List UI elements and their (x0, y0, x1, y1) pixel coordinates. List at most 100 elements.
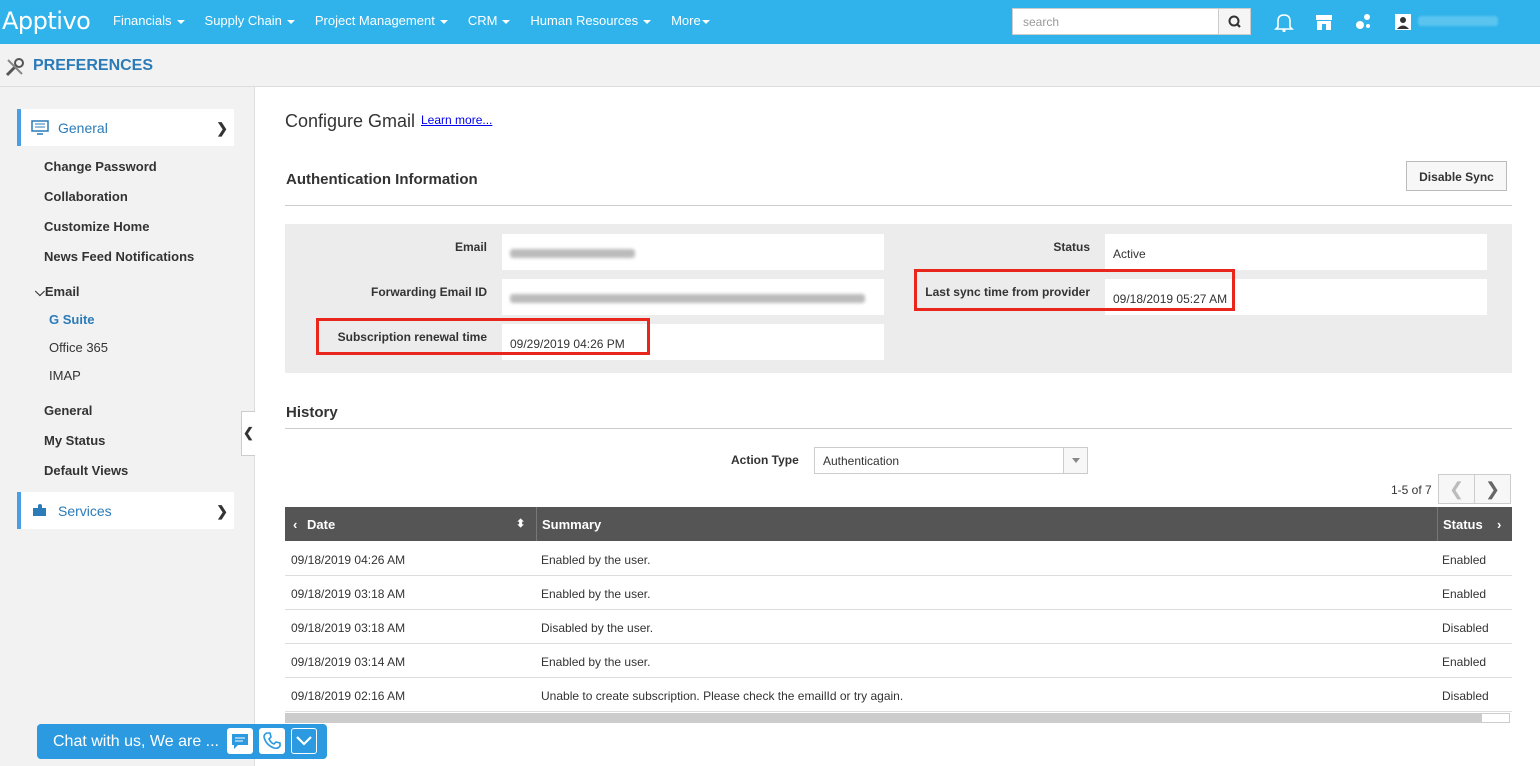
cell-summary: Enabled by the user. (541, 587, 651, 601)
sidebar-item-general[interactable]: General (44, 403, 92, 418)
table-row[interactable]: 09/18/2019 03:14 AM Enabled by the user.… (285, 644, 1512, 678)
table-row[interactable]: 09/18/2019 03:18 AM Disabled by the user… (285, 610, 1512, 644)
cell-status: Enabled (1442, 553, 1487, 567)
column-date[interactable]: Date (307, 517, 335, 532)
column-divider (536, 507, 537, 541)
main-nav: Financials Supply Chain Project Manageme… (113, 13, 730, 28)
chevron-down-icon (296, 736, 312, 746)
cell-status: Enabled (1442, 587, 1487, 601)
table-row[interactable]: 09/18/2019 04:26 AM Enabled by the user.… (285, 542, 1512, 576)
nav-label: Project Management (314, 13, 435, 28)
user-name-redacted[interactable] (1418, 16, 1498, 26)
chat-minimize-button[interactable] (291, 728, 317, 754)
sidebar-item-change-password[interactable]: Change Password (44, 159, 157, 174)
forwarding-email-label: Forwarding Email ID (370, 285, 487, 299)
caret-down-icon (502, 19, 511, 24)
cell-status: Disabled (1442, 689, 1489, 703)
chat-message-button[interactable] (227, 728, 253, 754)
forwarding-email-value (502, 279, 884, 315)
configure-title: Configure Gmail (285, 111, 416, 131)
nav-financials[interactable]: Financials (113, 13, 185, 28)
horizontal-scrollbar[interactable] (285, 713, 1510, 723)
monitor-icon (31, 120, 49, 135)
nav-human-resources[interactable]: Human Resources (530, 13, 652, 28)
app-logo[interactable]: Apptivo (2, 7, 91, 35)
nav-more[interactable]: More (671, 13, 710, 28)
chevron-right-icon[interactable]: › (1497, 517, 1501, 532)
email-value (502, 234, 884, 270)
nav-label: CRM (467, 13, 498, 28)
chevron-left-icon: ❮ (1448, 479, 1465, 499)
bell-icon[interactable] (1273, 11, 1295, 33)
learn-more-link[interactable]: Learn more... (421, 113, 492, 127)
search-icon (1228, 15, 1241, 28)
next-page-button[interactable]: ❯ (1474, 474, 1511, 504)
sidebar-item-office365[interactable]: Office 365 (49, 340, 108, 355)
sidebar-section-general[interactable]: General ❯ (17, 109, 234, 146)
search-button[interactable] (1218, 8, 1251, 35)
nav-project-management[interactable]: Project Management (315, 13, 448, 28)
action-type-select[interactable]: Authentication (814, 447, 1088, 474)
sidebar-item-email[interactable]: ⌵Email (35, 284, 80, 300)
chevron-right-icon: ❯ (1484, 479, 1501, 499)
sidebar-item-news-feed[interactable]: News Feed Notifications (44, 249, 194, 264)
highlight-box (914, 269, 1235, 311)
column-summary[interactable]: Summary (542, 517, 601, 532)
user-avatar-icon[interactable] (1392, 11, 1414, 33)
nav-label: Supply Chain (204, 13, 282, 28)
cell-date: 09/18/2019 04:26 AM (291, 553, 406, 567)
sort-icon[interactable]: ⬍ (516, 517, 525, 530)
message-icon (232, 734, 248, 749)
top-navbar: Apptivo Financials Supply Chain Project … (0, 0, 1540, 44)
puzzle-icon (33, 504, 46, 516)
caret-down-icon (643, 19, 652, 24)
store-icon[interactable] (1313, 11, 1335, 33)
column-status[interactable]: Status (1443, 517, 1483, 532)
chat-text[interactable]: Chat with us, We are ... (53, 733, 225, 751)
sidebar-item-my-status[interactable]: My Status (44, 433, 105, 448)
nav-label: More (671, 13, 701, 28)
sidebar-item-customize-home[interactable]: Customize Home (44, 219, 149, 234)
cell-status: Disabled (1442, 621, 1489, 635)
disable-sync-button[interactable]: Disable Sync (1406, 161, 1507, 191)
cell-summary: Enabled by the user. (541, 655, 651, 669)
table-row[interactable]: 09/18/2019 02:16 AM Unable to create sub… (285, 678, 1512, 712)
connections-icon[interactable] (1352, 11, 1374, 33)
chevron-left-icon: ❮ (243, 425, 254, 440)
sidebar-section-services[interactable]: Services ❯ (17, 492, 234, 529)
nav-label: Human Resources (530, 13, 639, 28)
table-row[interactable]: 09/18/2019 03:18 AM Enabled by the user.… (285, 576, 1512, 610)
nav-supply-chain[interactable]: Supply Chain (205, 13, 295, 28)
search-input[interactable]: search (1012, 8, 1219, 35)
collapse-sidebar-button[interactable]: ❮ (241, 411, 255, 456)
cell-status: Enabled (1442, 655, 1487, 669)
chevron-down-icon: ⌵ (35, 284, 45, 299)
nav-crm[interactable]: CRM (468, 13, 511, 28)
divider (285, 428, 1512, 429)
status-label: Status (1053, 240, 1090, 254)
chevron-left-icon[interactable]: ‹ (293, 517, 297, 532)
dropdown-arrow-icon (1063, 448, 1087, 473)
sidebar-item-gsuite[interactable]: G Suite (49, 312, 95, 327)
chat-phone-button[interactable] (259, 728, 285, 754)
chat-widget[interactable]: Chat with us, We are ... (37, 724, 327, 759)
preferences-header: PREFERENCES (0, 44, 1540, 87)
cell-date: 09/18/2019 03:18 AM (291, 621, 406, 635)
history-section-title: History (286, 404, 338, 421)
prev-page-button[interactable]: ❮ (1438, 474, 1475, 504)
sidebar-section-label: General (58, 120, 108, 136)
caret-down-icon (439, 19, 448, 24)
scrollbar-thumb[interactable] (286, 714, 1482, 722)
sidebar-item-default-views[interactable]: Default Views (44, 463, 128, 478)
phone-icon (263, 732, 281, 750)
sidebar-item-collaboration[interactable]: Collaboration (44, 189, 128, 204)
caret-down-icon (286, 19, 295, 24)
nav-label: Financials (113, 13, 172, 28)
cell-summary: Enabled by the user. (541, 553, 651, 567)
sidebar-item-imap[interactable]: IMAP (49, 368, 81, 383)
sidebar-section-label: Services (58, 503, 112, 519)
cell-summary: Disabled by the user. (541, 621, 654, 635)
highlight-box (316, 318, 650, 355)
cell-date: 09/18/2019 02:16 AM (291, 689, 406, 703)
email-label: Email (454, 240, 487, 254)
